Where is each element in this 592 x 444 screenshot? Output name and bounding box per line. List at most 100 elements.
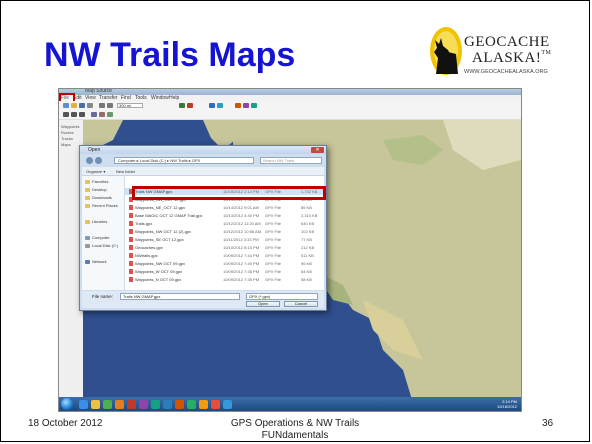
footer-date: 18 October 2012 <box>28 418 103 429</box>
file-name: Trails.gpx <box>135 221 153 226</box>
file-date: 10/09/2012 7:40 PM <box>223 261 260 266</box>
file-size: 640 KB <box>301 221 315 226</box>
file-row[interactable]: Waypoints_N OCT 09.gpx 10/09/2012 7:35 PM… <box>125 276 324 283</box>
app-icon-11[interactable] <box>199 400 208 409</box>
app-icon-4[interactable] <box>115 400 124 409</box>
file-row[interactable]: Waypoints_NW OCT 09.gpx 10/09/2012 7:40 P… <box>125 260 324 267</box>
zoom-in-icon[interactable] <box>99 103 105 108</box>
file-name: Waypoints_NE_OCT 12.gpx <box>135 205 186 210</box>
app-icon-9[interactable] <box>175 400 184 409</box>
nav-libraries[interactable]: Libraries <box>92 219 107 224</box>
file-date: 10/12/2012 10:58 AM <box>223 229 262 234</box>
panel-tab-waypoints[interactable]: Waypoints <box>61 124 80 129</box>
nav-computer[interactable]: Computer <box>92 235 110 240</box>
app-icon-5[interactable] <box>127 400 136 409</box>
selected-file-highlight <box>132 186 326 200</box>
file-row[interactable]: Waypoints_NW OCT 12 (2).gpx 10/12/2012 10… <box>125 228 324 235</box>
explorer-icon[interactable] <box>91 400 100 409</box>
nav-recent-places[interactable]: Recent Places <box>92 203 118 208</box>
desktop-icon <box>85 188 90 192</box>
file-type: GPX File <box>265 277 282 282</box>
file-name: Waypoints_NW OCT 09.gpx <box>135 261 186 266</box>
dialog-footer: File name: Trails NW GMAP.gpx GPX (*.gpx… <box>82 291 324 308</box>
receive-icon[interactable] <box>235 103 241 108</box>
panel-tab-tracks[interactable]: Tracks <box>61 136 73 141</box>
print-icon[interactable] <box>87 103 93 108</box>
route-tool-icon[interactable] <box>99 112 105 117</box>
send-icon[interactable] <box>243 103 249 108</box>
gpx-file-icon <box>129 237 133 242</box>
address-bar[interactable]: Computer ▸ Local Disk (C:) ▸ NW Trails ▸… <box>114 157 254 164</box>
filetype-select[interactable]: GPX (*.gpx) <box>246 293 318 300</box>
gpx-file-icon <box>129 253 133 258</box>
nav-favorites[interactable]: Favorites <box>92 179 108 184</box>
file-size: 77 KB <box>301 237 312 242</box>
filename-input[interactable]: Trails NW GMAP.gpx <box>120 293 240 300</box>
file-name: Waypoints_SE OCT 12.gpx <box>135 237 184 242</box>
new-icon[interactable] <box>63 103 69 108</box>
file-type: GPX File <box>265 237 282 242</box>
file-date: 10/13/2012 4:40 PM <box>223 213 260 218</box>
panel-tab-maps[interactable]: Maps <box>61 142 71 147</box>
forward-icon[interactable] <box>95 157 102 164</box>
pan-tool-icon[interactable] <box>71 112 77 117</box>
app-icon-8[interactable] <box>163 400 172 409</box>
downloads-icon <box>85 196 90 200</box>
zoom-out-icon[interactable] <box>107 103 113 108</box>
clock-date: 10/18/2012 <box>496 404 517 409</box>
back-icon[interactable] <box>86 157 93 164</box>
save-icon[interactable] <box>79 103 85 108</box>
howling-wolf-icon <box>430 27 462 75</box>
system-clock[interactable]: 2:14 PM 10/18/2012 <box>497 399 517 409</box>
app-icon-6[interactable] <box>139 400 148 409</box>
slide-title: NW Trails Maps <box>44 36 296 74</box>
gpx-file-icon <box>129 205 133 210</box>
nav-local-disk[interactable]: Local Disk (C:) <box>92 243 118 248</box>
file-row[interactable]: Waypoints_W OCT 09.gpx 10/09/2012 7:38 PM… <box>125 268 324 275</box>
file-date: 10/11/2012 3:33 PM <box>223 237 259 242</box>
app-icon-13[interactable] <box>223 400 232 409</box>
file-date: 10/09/2012 7:44 PM <box>223 253 260 258</box>
search-input[interactable]: Search NW Trails <box>260 157 322 164</box>
file-row[interactable]: NWtrails.gpx 10/09/2012 7:44 PM GPX File 51… <box>125 252 324 259</box>
file-type: GPX File <box>265 269 282 274</box>
find-icon[interactable] <box>179 103 185 108</box>
track-icon[interactable] <box>217 103 223 108</box>
footer-title: GPS Operations & NW Trails FUNdamentals <box>230 418 360 441</box>
app-icon-10[interactable] <box>187 400 196 409</box>
file-row[interactable]: Base MAGIC OCT 12 GMAP Trail.gpx 10/13/20… <box>125 212 324 219</box>
app-icon-12[interactable] <box>211 400 220 409</box>
waypoint-icon[interactable] <box>187 103 193 108</box>
track-tool-icon[interactable] <box>107 112 113 117</box>
measure-tool-icon[interactable] <box>91 112 97 117</box>
route-icon[interactable] <box>209 103 215 108</box>
file-row[interactable]: Geocaches.gpx 10/10/2012 8:15 PM GPX File 2… <box>125 244 324 251</box>
open-icon[interactable] <box>71 103 77 108</box>
file-row[interactable]: Waypoints_SE OCT 12.gpx 10/11/2012 3:33 P… <box>125 236 324 243</box>
new-folder-button[interactable]: New folder <box>116 169 135 174</box>
recent-places-icon <box>85 204 90 208</box>
map-icon[interactable] <box>251 103 257 108</box>
nav-desktop[interactable]: Desktop <box>92 187 107 192</box>
nav-network[interactable]: Network <box>92 259 107 264</box>
app-icon-7[interactable] <box>151 400 160 409</box>
nav-downloads[interactable]: Downloads <box>92 195 112 200</box>
file-row[interactable]: Waypoints_NE_OCT 12.gpx 10/14/2012 9:01 A… <box>125 204 324 211</box>
ie-icon[interactable] <box>79 400 88 409</box>
zoom-select[interactable]: 300 mi <box>117 103 143 108</box>
panel-tab-routes[interactable]: Routes <box>61 130 74 135</box>
mapsource-taskbar-icon[interactable] <box>103 400 112 409</box>
start-button[interactable] <box>61 398 73 410</box>
dialog-command-bar: Organize ▾ New folder <box>82 167 324 176</box>
dialog-close-button[interactable]: ✕ <box>311 147 324 153</box>
select-tool-icon[interactable] <box>63 112 69 117</box>
gpx-file-icon <box>129 277 133 282</box>
dialog-title: Open <box>88 147 101 153</box>
cancel-button[interactable]: Cancel <box>284 301 318 307</box>
windows-taskbar: 2:14 PM 10/18/2012 <box>59 397 521 411</box>
open-button[interactable]: Open <box>246 301 280 307</box>
organize-button[interactable]: Organize ▾ <box>86 169 105 174</box>
file-row[interactable]: Trails.gpx 10/12/2012 11:20 AM GPX File 640… <box>125 220 324 227</box>
zoom-tool-icon[interactable] <box>79 112 85 117</box>
page-number: 36 <box>542 418 554 429</box>
